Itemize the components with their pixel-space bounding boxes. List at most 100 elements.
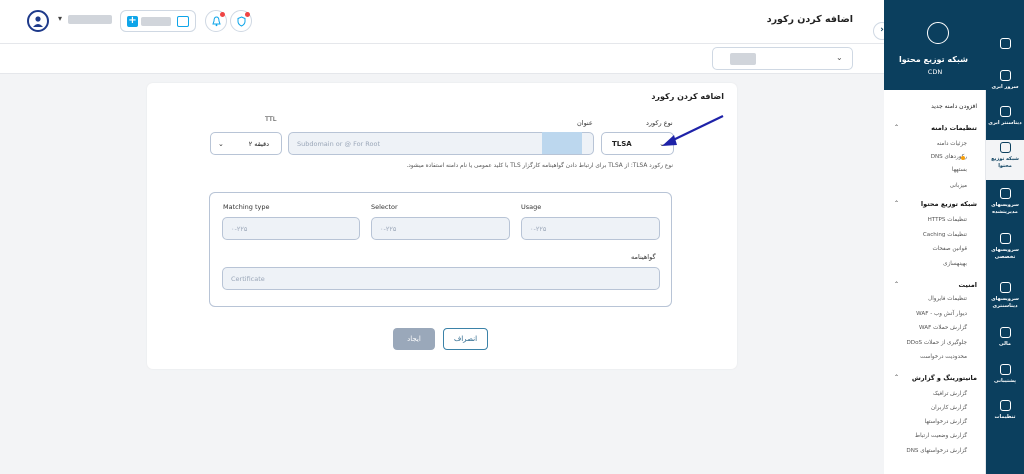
selector-input[interactable]: ۰-۲۲۵ bbox=[371, 217, 510, 240]
sidebar-menu-item[interactable]: شبکه توزیع محتوا bbox=[921, 200, 977, 208]
tlsa-fields-box: Matching type Selector Usage ۰-۲۲۵ ۰-۲۲۵… bbox=[209, 192, 672, 307]
top-bar: ▾ + اضافه کردن رکورد bbox=[0, 0, 884, 44]
sidebar-menu-item[interactable]: جزئیات دامنه bbox=[937, 141, 967, 147]
create-button[interactable]: ایجاد bbox=[393, 328, 435, 350]
specialized-services-icon bbox=[999, 233, 1011, 244]
sidebar-menu-item[interactable]: تنظیمات HTTPS bbox=[928, 217, 967, 223]
chevron-up-icon[interactable]: ⌃ bbox=[894, 281, 899, 288]
rail-item-label: شبکه توزیع محتوا bbox=[991, 156, 1019, 169]
sidebar-menu-item[interactable]: گزارش ترافیک bbox=[933, 391, 967, 397]
certificate-input[interactable]: Certificate bbox=[222, 267, 660, 290]
rail-item-label: مالی bbox=[999, 341, 1011, 347]
sidebar-menu-item[interactable]: تنظیمات دامنه bbox=[931, 124, 977, 132]
record-type-hint: نوع رکورد TLSA: از TLSA برای ارتباط دادن… bbox=[406, 163, 673, 169]
ttl-select[interactable]: ⌄ ۲ دقیقه bbox=[210, 132, 282, 155]
domain-select[interactable]: ⌄ bbox=[712, 47, 853, 70]
support-icon bbox=[999, 364, 1011, 375]
name-label: عنوان bbox=[577, 119, 593, 127]
sidebar-menu-item[interactable]: قوانین صفحات bbox=[932, 246, 967, 252]
sidebar-menu-item[interactable]: گزارش درخواستهای DNS bbox=[906, 448, 967, 454]
ttl-value: ۲ دقیقه bbox=[248, 139, 269, 148]
sidebar-menu-item[interactable]: میزبانی bbox=[950, 183, 967, 189]
usage-placeholder: ۰-۲۲۵ bbox=[530, 224, 547, 233]
rail-item-label: پشتیبانی bbox=[994, 378, 1016, 384]
rail-item[interactable]: پشتیبانی bbox=[986, 362, 1024, 392]
matching-type-label: Matching type bbox=[223, 203, 270, 211]
chevron-up-icon[interactable]: ⌃ bbox=[894, 124, 899, 131]
rail-item-label: دیتاسنتر ابری bbox=[988, 120, 1022, 126]
rail-item-label: سرور ابری bbox=[991, 84, 1019, 90]
cdn-icon bbox=[999, 142, 1011, 153]
rail-item[interactable]: تنظیمات bbox=[986, 398, 1024, 424]
page-title: اضافه کردن رکورد bbox=[766, 14, 853, 25]
annotation-arrow-icon bbox=[662, 115, 724, 146]
usage-input[interactable]: ۰-۲۲۵ bbox=[521, 217, 660, 240]
certificate-placeholder: Certificate bbox=[231, 274, 265, 283]
sidebar-menu-item[interactable]: گزارش درخواستها bbox=[925, 419, 967, 425]
chevron-up-icon[interactable]: ⌃ bbox=[894, 200, 899, 207]
rail-item[interactable]: مالی bbox=[986, 325, 1024, 355]
sidebar: شبکه توزیع محتوا CDN افزودن دامنه جدید تن… bbox=[884, 0, 1024, 474]
sidebar-brand-title: شبکه توزیع محتوا bbox=[898, 55, 968, 64]
sidebar-menu-item[interactable]: جلوگیری از حملات DDoS bbox=[907, 340, 968, 346]
sidebar-brand-subtitle: CDN bbox=[927, 68, 943, 76]
card-title: اضافه کردن رکورد bbox=[651, 92, 724, 101]
sidebar-menu-item[interactable]: بستهها bbox=[952, 167, 967, 173]
sidebar-header: شبکه توزیع محتوا CDN bbox=[884, 0, 986, 90]
chevron-down-icon: ⌄ bbox=[218, 139, 224, 148]
domain-suffix-redacted bbox=[542, 132, 582, 154]
announcements-button[interactable] bbox=[230, 10, 252, 32]
sidebar-menu-item[interactable]: تنظیمات فایروال bbox=[928, 296, 967, 302]
wallet-balance-redacted bbox=[141, 17, 171, 26]
user-name-redacted bbox=[68, 15, 112, 24]
sidebar-menu-item[interactable]: دیوار آتش وب - WAF bbox=[916, 311, 967, 317]
user-avatar-icon[interactable] bbox=[27, 10, 49, 32]
rail-item[interactable]: سرویسهای مدیریتشده bbox=[986, 186, 1024, 226]
active-item-dot bbox=[961, 156, 965, 160]
wallet-icon bbox=[177, 16, 189, 27]
cancel-button[interactable]: انصراف bbox=[443, 328, 488, 350]
datacenter-services-icon bbox=[999, 282, 1011, 293]
name-placeholder: Subdomain or @ For Root bbox=[297, 139, 381, 148]
rail-item-label: سرویسهای مدیریتشده bbox=[991, 202, 1019, 215]
bell-icon bbox=[211, 15, 221, 26]
cdn-logo-icon bbox=[927, 22, 949, 44]
rail-item[interactable] bbox=[986, 36, 1024, 58]
matching-type-placeholder: ۰-۲۲۵ bbox=[231, 224, 248, 233]
rail-item-label: سرویسهای دیتاسنتری bbox=[991, 296, 1019, 309]
add-record-card: اضافه کردن رکورد نوع رکورد عنوان TTL TLS… bbox=[147, 83, 737, 369]
notification-badge bbox=[220, 12, 225, 17]
sidebar-menu-item[interactable]: تنظیمات Caching bbox=[923, 232, 967, 238]
wallet-button[interactable]: + bbox=[120, 10, 196, 32]
domain-bar: ⌄ bbox=[0, 44, 884, 74]
rail-item[interactable]: سرویسهای تخصصی bbox=[986, 231, 1024, 271]
home-icon bbox=[999, 38, 1011, 49]
matching-type-input[interactable]: ۰-۲۲۵ bbox=[222, 217, 360, 240]
rail-item[interactable]: سرویسهای دیتاسنتری bbox=[986, 280, 1024, 320]
sidebar-menu-item[interactable]: گزارش کاربران bbox=[931, 405, 967, 411]
sidebar-menu-item[interactable]: بهینهسازی bbox=[943, 261, 967, 267]
sidebar-menu-item[interactable]: امنیت bbox=[959, 281, 977, 289]
sidebar-panel: شبکه توزیع محتوا CDN افزودن دامنه جدید تن… bbox=[884, 0, 986, 474]
cloud-server-icon bbox=[999, 70, 1011, 81]
sidebar-menu-item[interactable]: گزارش حملات WAF bbox=[919, 325, 967, 331]
notifications-button[interactable] bbox=[205, 10, 227, 32]
usage-label: Usage bbox=[521, 203, 542, 211]
rail-item[interactable]: شبکه توزیع محتوا bbox=[986, 140, 1024, 180]
sidebar-menu-item[interactable]: مانیتورینگ و گزارش bbox=[912, 374, 977, 382]
chevron-up-icon[interactable]: ⌃ bbox=[894, 374, 899, 381]
rail-item-label: تنظیمات bbox=[994, 414, 1016, 420]
datacenter-icon bbox=[999, 106, 1011, 117]
sidebar-menu-item[interactable]: گزارش وضعیت ارتباط bbox=[915, 433, 967, 439]
rail-item-label: سرویسهای تخصصی bbox=[991, 247, 1019, 260]
managed-services-icon bbox=[999, 188, 1011, 199]
selector-placeholder: ۰-۲۲۵ bbox=[380, 224, 397, 233]
rail-item[interactable]: سرور ابری bbox=[986, 68, 1024, 98]
add-credit-icon[interactable]: + bbox=[127, 16, 138, 27]
rail-item[interactable]: دیتاسنتر ابری bbox=[986, 104, 1024, 134]
user-menu-chevron-icon[interactable]: ▾ bbox=[58, 14, 62, 23]
domain-name-redacted bbox=[730, 53, 756, 65]
sidebar-menu-item[interactable]: افزودن دامنه جدید bbox=[931, 103, 977, 110]
sidebar-menu-item[interactable]: محدودیت درخواست bbox=[920, 354, 967, 360]
certificate-label: گواهینامه bbox=[631, 253, 656, 261]
